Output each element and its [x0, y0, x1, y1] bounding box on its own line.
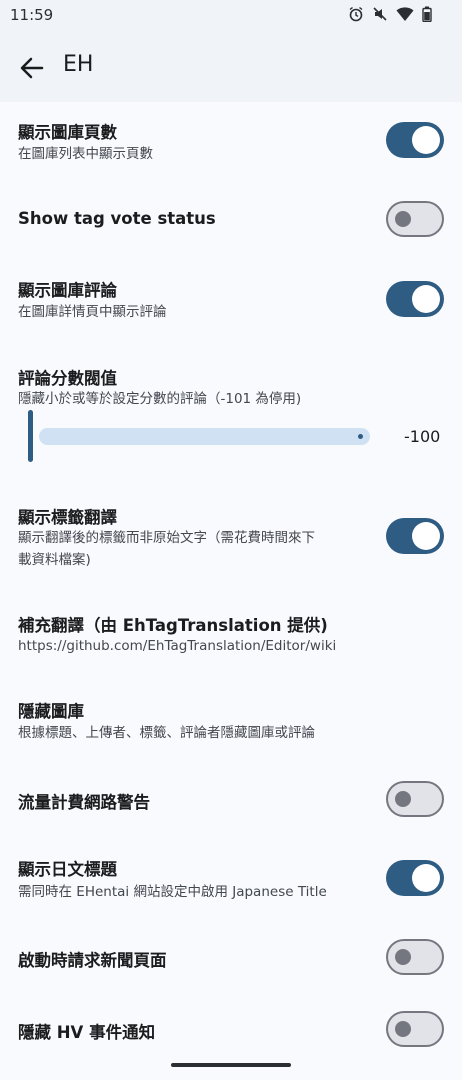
pref-summary-line-1: 顯示翻譯後的標籤而非原始文字（需花費時間來下	[18, 530, 315, 546]
show-tag-vote-status-switch[interactable]	[386, 201, 444, 237]
switch-thumb	[412, 522, 440, 550]
pref-summary: 在圖庫列表中顯示頁數	[18, 146, 153, 162]
back-button[interactable]	[16, 53, 48, 83]
switch-thumb	[395, 949, 411, 965]
status-bar: 11:59	[0, 0, 462, 32]
pref-show-tag-translations[interactable]: 顯示標籤翻譯 顯示翻譯後的標籤而非原始文字（需花費時間來下 載資料檔案)	[0, 490, 462, 590]
pref-title: 流量計費網路警告	[18, 793, 150, 812]
pref-title: 評論分數閥值	[18, 369, 117, 388]
battery-icon	[422, 6, 432, 22]
show-japanese-title-switch[interactable]	[386, 860, 444, 896]
wifi-icon	[396, 7, 414, 21]
pref-summary-line-2: 載資料檔案)	[18, 552, 91, 568]
switch-thumb	[395, 211, 411, 227]
show-tag-translations-switch[interactable]	[386, 518, 444, 554]
pref-hidden-galleries[interactable]: 隱藏圖庫 根據標題、上傳者、標籤、評論者隱藏圖庫或評論	[0, 680, 462, 764]
pref-hide-hv-events[interactable]: 隱藏 HV 事件通知	[0, 996, 462, 1066]
comment-threshold-slider-track[interactable]	[39, 428, 370, 445]
arrow-left-icon	[20, 57, 44, 79]
comment-threshold-slider-handle[interactable]	[28, 410, 33, 462]
switch-thumb	[395, 791, 411, 807]
pref-title: 補充翻譯（由 EhTagTranslation 提供)	[18, 616, 328, 635]
slider-tick-mark	[358, 434, 363, 439]
pref-title: 啟動時請求新聞頁面	[18, 951, 167, 970]
pref-tag-translation-source[interactable]: 補充翻譯（由 EhTagTranslation 提供) https://gith…	[0, 590, 462, 680]
switch-thumb	[412, 864, 440, 892]
comment-threshold-value: -100	[404, 427, 441, 446]
pref-show-gallery-comments[interactable]: 顯示圖庫評論 在圖庫詳情頁中顯示評論	[0, 258, 462, 350]
pref-title: 顯示日文標題	[18, 860, 117, 879]
top-app-bar: EH	[0, 32, 462, 102]
switch-thumb	[412, 285, 440, 313]
switch-thumb	[412, 126, 440, 154]
mute-icon	[373, 7, 387, 21]
status-icons	[348, 6, 432, 22]
pref-title: 顯示圖庫頁數	[18, 123, 117, 142]
metered-network-warning-switch[interactable]	[386, 781, 444, 817]
pref-request-news-on-launch[interactable]: 啟動時請求新聞頁面	[0, 924, 462, 996]
alarm-icon	[349, 6, 363, 22]
pref-summary-link: https://github.com/EhTagTranslation/Edit…	[18, 638, 337, 654]
pref-title: 隱藏 HV 事件通知	[18, 1023, 156, 1042]
pref-title: 隱藏圖庫	[18, 702, 84, 721]
pref-show-gallery-pages[interactable]: 顯示圖庫頁數 在圖庫列表中顯示頁數	[0, 102, 462, 182]
pref-show-tag-vote-status[interactable]: Show tag vote status	[0, 182, 462, 258]
gesture-navigation-bar[interactable]	[171, 1063, 291, 1067]
pref-title: Show tag vote status	[18, 209, 216, 228]
pref-title: 顯示標籤翻譯	[18, 508, 117, 527]
pref-summary: 需同時在 EHentai 網站設定中啟用 Japanese Title	[18, 884, 327, 900]
pref-metered-network-warning[interactable]: 流量計費網路警告	[0, 764, 462, 840]
pref-show-japanese-title[interactable]: 顯示日文標題 需同時在 EHentai 網站設定中啟用 Japanese Tit…	[0, 840, 462, 924]
pref-summary: 隱藏小於或等於設定分數的評論（-101 為停用)	[18, 391, 302, 407]
request-news-on-launch-switch[interactable]	[386, 939, 444, 975]
hide-hv-events-switch[interactable]	[386, 1011, 444, 1047]
status-time: 11:59	[10, 6, 54, 24]
switch-thumb	[395, 1021, 411, 1037]
pref-summary: 根據標題、上傳者、標籤、評論者隱藏圖庫或評論	[18, 725, 315, 741]
show-gallery-pages-switch[interactable]	[386, 122, 444, 158]
show-gallery-comments-switch[interactable]	[386, 281, 444, 317]
page-title: EH	[63, 52, 94, 77]
pref-title: 顯示圖庫評論	[18, 281, 117, 300]
pref-summary: 在圖庫詳情頁中顯示評論	[18, 304, 167, 320]
